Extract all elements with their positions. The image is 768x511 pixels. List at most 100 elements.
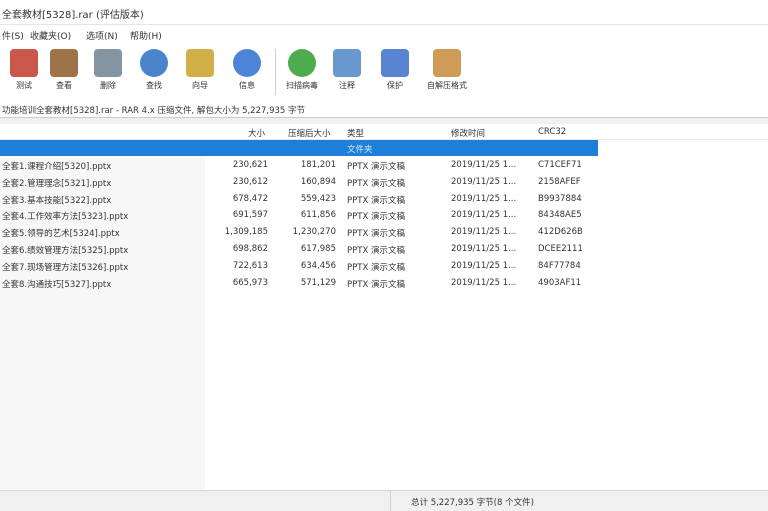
toolbar-button-comment[interactable]: 注释 — [325, 47, 369, 97]
file-name: 全套8.沟通技巧[5327].pptx — [2, 279, 112, 290]
comment-icon — [333, 49, 361, 77]
file-crc: 84F77784 — [538, 260, 581, 271]
toolbar-button-label: 向导 — [192, 81, 208, 90]
file-modified: 2019/11/25 1... — [451, 260, 517, 271]
file-row[interactable]: 全套6.绩效管理方法[5325].pptx 698,862 617,985 PPTX … — [0, 241, 598, 257]
file-modified: 2019/11/25 1... — [451, 244, 517, 254]
menu-options[interactable]: 选项(N) — [86, 29, 118, 42]
wand-icon — [186, 49, 214, 77]
toolbar-button-wand[interactable]: 向导 — [178, 47, 222, 97]
file-size: 722,613 — [232, 260, 268, 271]
file-type: PPTX 演示文稿 — [347, 279, 405, 290]
toolbar: 测试 查看 删除 查找 向导 信息 扫描病毒 注释 保护 自解压格式 — [0, 43, 768, 102]
toolbar-button-label: 扫描病毒 — [286, 81, 318, 90]
file-size: 691,597 — [232, 210, 268, 221]
file-name: 全套3.基本技能[5322].pptx — [2, 195, 112, 206]
file-packed-size: 611,856 — [300, 210, 336, 221]
toolbar-button-test[interactable]: 测试 — [2, 47, 46, 97]
info-icon — [233, 49, 261, 77]
file-name: 全套4.工作效率方法[5323].pptx — [2, 212, 129, 223]
column-size[interactable]: 大小 — [248, 127, 265, 139]
trash-icon — [94, 49, 122, 77]
file-crc: C71CEF71 — [538, 160, 582, 170]
file-packed-size: 181,201 — [300, 160, 336, 170]
toolbar-button-trash[interactable]: 删除 — [86, 47, 130, 97]
file-size: 665,973 — [232, 277, 268, 288]
toolbar-button-info[interactable]: 信息 — [225, 47, 269, 97]
file-name: 全套6.绩效管理方法[5325].pptx — [2, 246, 129, 256]
file-row[interactable]: 全套2.管理理念[5321].pptx 230,612 160,894 PPTX 演示… — [0, 174, 598, 190]
file-row[interactable]: 全套1.课程介绍[5320].pptx 230,621 181,201 PPTX 演示… — [0, 157, 598, 173]
file-list[interactable]: 大小 压缩后大小 类型 修改时间 CRC32 文件夹 全套1.课程介绍[5320… — [0, 124, 768, 490]
file-size: 698,862 — [232, 244, 268, 254]
virus-scan-icon — [288, 49, 316, 77]
magnifier-icon — [140, 49, 168, 77]
file-packed-size: 559,423 — [300, 193, 336, 204]
file-modified: 2019/11/25 1... — [451, 227, 517, 238]
sfx-icon — [433, 49, 461, 77]
toolbar-button-virus-scan[interactable]: 扫描病毒 — [280, 47, 324, 97]
status-segment: 总计 5,227,935 字节(8 个文件) — [390, 491, 768, 511]
toolbar-button-label: 保护 — [387, 81, 403, 90]
file-size: 1,309,185 — [224, 227, 268, 238]
menu-commands[interactable]: 件(S) — [2, 29, 24, 42]
toolbar-button-label: 信息 — [239, 81, 255, 90]
file-crc: 412D626B — [538, 227, 583, 238]
file-packed-size: 1,230,270 — [292, 227, 336, 238]
toolbar-button-label: 注释 — [339, 81, 355, 90]
file-type: PPTX 演示文稿 — [347, 212, 405, 223]
archive-info-text: 功能培训全套教材[5328].rar - RAR 4.x 压缩文件, 解包大小为… — [2, 106, 306, 116]
file-row[interactable]: 全套4.工作效率方法[5323].pptx 691,597 611,856 PPTX … — [0, 207, 598, 223]
column-crc[interactable]: CRC32 — [538, 127, 566, 137]
file-packed-size: 617,985 — [300, 244, 336, 254]
column-modified[interactable]: 修改时间 — [451, 127, 485, 139]
column-header: 大小 压缩后大小 类型 修改时间 CRC32 — [0, 124, 768, 140]
file-packed-size: 160,894 — [300, 176, 336, 187]
toolbar-button-label: 自解压格式 — [427, 81, 467, 90]
file-modified: 2019/11/25 1... — [451, 277, 517, 288]
file-row[interactable]: 全套8.沟通技巧[5327].pptx 665,973 571,129 PPTX 演示… — [0, 275, 598, 291]
file-crc: 2158AFEF — [538, 176, 581, 187]
file-name: 全套1.课程介绍[5320].pptx — [2, 162, 112, 172]
file-modified: 2019/11/25 1... — [451, 176, 517, 187]
toolbar-button-magnifier[interactable]: 查找 — [132, 47, 176, 97]
shield-icon — [381, 49, 409, 77]
parent-folder-row[interactable]: 文件夹 — [0, 140, 598, 156]
column-packed[interactable]: 压缩后大小 — [288, 127, 331, 139]
toolbar-button-label: 删除 — [100, 81, 116, 90]
title-bar: 全套教材[5328].rar (评估版本) — [0, 0, 768, 25]
window-title: 全套教材[5328].rar (评估版本) — [2, 10, 144, 21]
parent-row-type: 文件夹 — [347, 145, 373, 155]
file-row[interactable]: 全套7.现场管理方法[5326].pptx 722,613 634,456 PPTX … — [0, 258, 598, 274]
file-crc: DCEE2111 — [538, 244, 583, 254]
menu-bar: 件(S) 收藏夹(O) 选项(N) 帮助(H) — [0, 25, 768, 43]
file-type: PPTX 演示文稿 — [347, 246, 405, 256]
menu-help[interactable]: 帮助(H) — [130, 29, 162, 42]
file-modified: 2019/11/25 1... — [451, 210, 517, 221]
file-type: PPTX 演示文稿 — [347, 262, 405, 273]
menu-favorites[interactable]: 收藏夹(O) — [30, 29, 71, 42]
toolbar-button-sfx[interactable]: 自解压格式 — [418, 47, 476, 97]
toolbar-button-label: 查看 — [56, 81, 72, 90]
file-crc: B9937884 — [538, 193, 582, 204]
file-type: PPTX 演示文稿 — [347, 229, 405, 240]
file-type: PPTX 演示文稿 — [347, 162, 405, 172]
file-name: 全套7.现场管理方法[5326].pptx — [2, 262, 129, 273]
toolbar-button-label: 查找 — [146, 81, 162, 90]
file-row[interactable]: 全套3.基本技能[5322].pptx 678,472 559,423 PPTX 演示… — [0, 191, 598, 207]
file-size: 678,472 — [232, 193, 268, 204]
toolbar-button-shield[interactable]: 保护 — [373, 47, 417, 97]
file-modified: 2019/11/25 1... — [451, 193, 517, 204]
toolbar-button-book[interactable]: 查看 — [42, 47, 86, 97]
file-size: 230,621 — [232, 160, 268, 170]
file-modified: 2019/11/25 1... — [451, 160, 517, 170]
toolbar-button-label: 测试 — [16, 81, 32, 90]
column-type[interactable]: 类型 — [347, 127, 364, 139]
file-size: 230,612 — [232, 176, 268, 187]
file-crc: 84348AE5 — [538, 210, 582, 221]
file-row[interactable]: 全套5.领导的艺术[5324].pptx 1,309,185 1,230,270 PP… — [0, 224, 598, 240]
file-packed-size: 634,456 — [300, 260, 336, 271]
file-type: PPTX 演示文稿 — [347, 195, 405, 206]
file-name: 全套2.管理理念[5321].pptx — [2, 178, 112, 189]
file-crc: 4903AF11 — [538, 277, 582, 288]
